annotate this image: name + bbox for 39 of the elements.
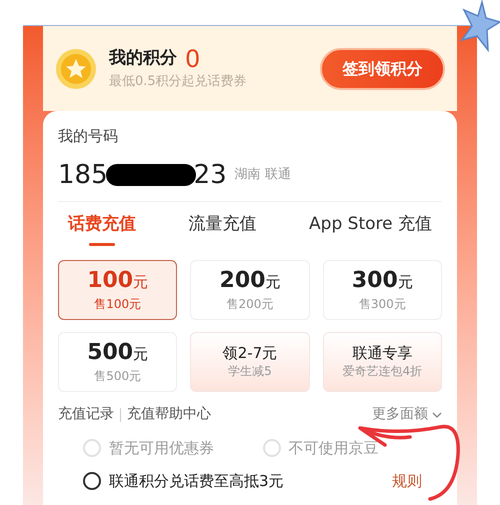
- rules-link[interactable]: 规则: [392, 470, 422, 492]
- help-link[interactable]: 充值记录: [58, 404, 114, 425]
- amount-option[interactable]: 200元 售200元: [190, 260, 310, 320]
- star-coin-icon: [55, 48, 97, 90]
- points-subtitle: 最低0.5积分起兑话费券: [109, 72, 248, 90]
- option-subtitle: 爱奇艺连包4折: [342, 363, 422, 380]
- phone-number-start: 185: [58, 158, 108, 192]
- option-label: 联通积分兑话费至高抵3元: [109, 470, 284, 492]
- amount-value: 100元: [87, 267, 148, 295]
- chevron-down-icon: [432, 412, 442, 418]
- amount-option[interactable]: 领2-7元 学生减5: [190, 332, 310, 392]
- option-subtitle: 售300元: [358, 296, 406, 313]
- promo-title: 联通专享: [352, 344, 412, 362]
- amount-option[interactable]: 500元 售500元: [58, 332, 178, 392]
- option-subtitle: 售500元: [94, 368, 142, 385]
- amount-value: 500元: [87, 339, 148, 367]
- amount-option[interactable]: 100元 售100元: [58, 260, 178, 320]
- option-label: 不可使用京豆: [288, 438, 378, 459]
- amount-option[interactable]: 300元 售300元: [322, 260, 442, 320]
- check-in-button[interactable]: 签到领积分: [320, 48, 445, 90]
- promo-title: 领2-7元: [222, 344, 278, 362]
- more-amounts-button[interactable]: 更多面额: [372, 404, 442, 425]
- phone-number-end: 23: [194, 158, 227, 192]
- option-subtitle: 学生减5: [228, 363, 272, 380]
- recharge-tab[interactable]: 流量充值: [188, 212, 257, 252]
- option-subtitle: 售200元: [226, 296, 274, 313]
- amount-option[interactable]: 联通专享 爱奇艺连包4折: [322, 332, 442, 392]
- number-label: 我的号码: [58, 126, 118, 147]
- points-value: 0: [185, 46, 200, 71]
- recharge-tab[interactable]: App Store 充值: [309, 212, 432, 252]
- points-title: 我的积分: [109, 47, 177, 70]
- recharge-tab[interactable]: 话费充值: [68, 212, 136, 252]
- region-carrier: 湖南 联通: [234, 166, 291, 184]
- radio-button[interactable]: [83, 472, 101, 490]
- option-subtitle: 售100元: [94, 296, 142, 313]
- amount-value: 200元: [220, 267, 280, 295]
- amount-value: 300元: [352, 267, 413, 295]
- help-link[interactable]: 充值帮助中心: [127, 404, 211, 425]
- option-label: 暂无可用优惠券: [109, 438, 214, 459]
